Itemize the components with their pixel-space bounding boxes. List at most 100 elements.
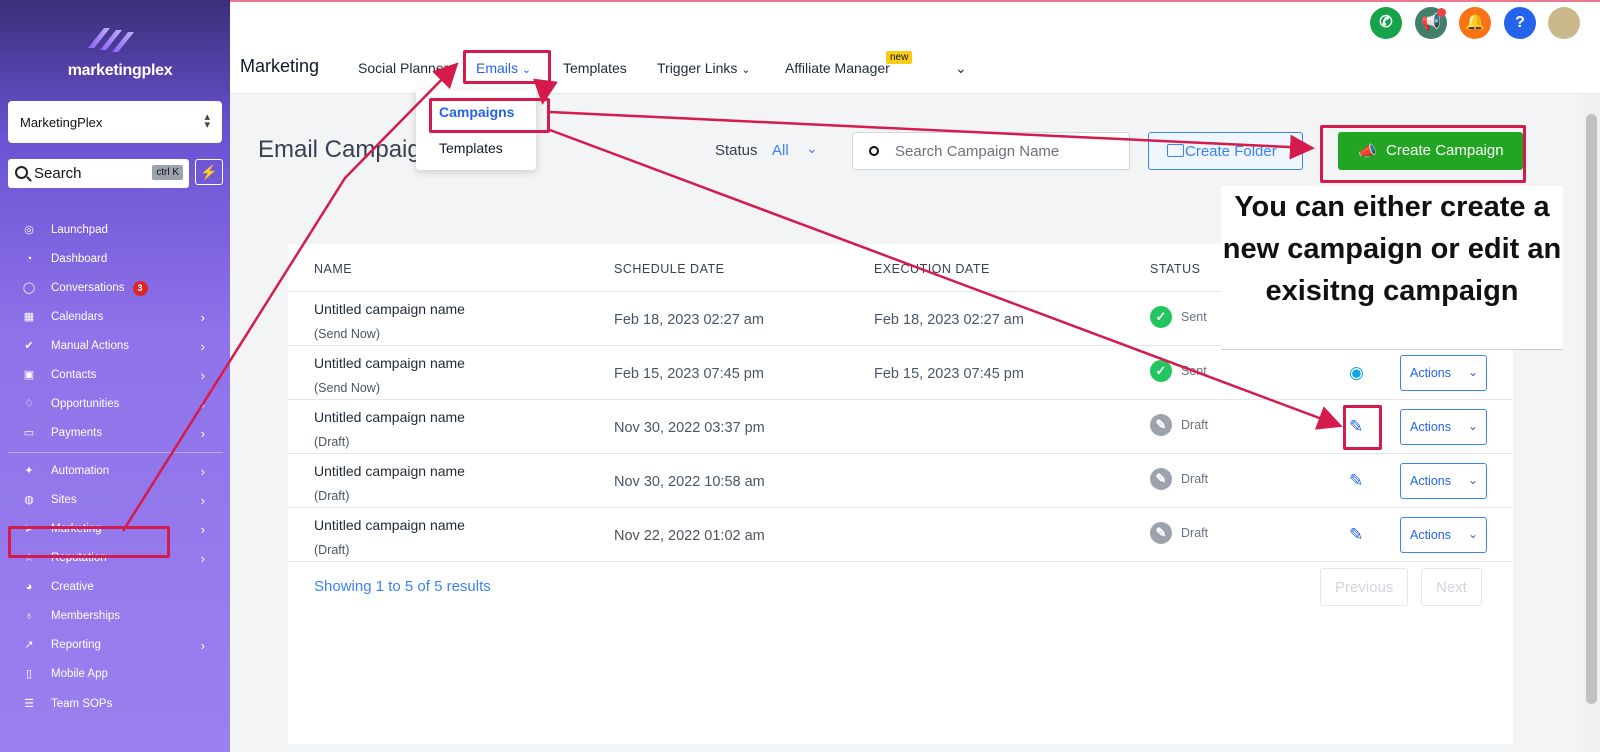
notification-bell-icon[interactable]: 🔔	[1459, 7, 1491, 39]
chevron-down-icon: ⌄	[741, 64, 751, 76]
scrollbar-thumb[interactable]	[1586, 114, 1597, 704]
sidebar-item-contacts[interactable]: ▣ Contacts ›	[0, 362, 225, 388]
unread-badge: 3	[132, 280, 148, 296]
sidebar-item-label: Conversations	[51, 282, 125, 294]
marketingplex-logo[interactable]: marketingplex	[60, 22, 180, 82]
search-placeholder: Search Campaign Name	[895, 143, 1060, 160]
logo-mark-icon	[88, 28, 134, 52]
contacts-icon: ▣	[23, 369, 35, 381]
sidebar-item-dashboard[interactable]: ◔ Dashboard	[0, 246, 225, 272]
campaign-type: (Draft)	[314, 435, 350, 449]
highlight-edit-icon	[1343, 405, 1382, 450]
sidebar-item-label: Contacts	[51, 369, 97, 381]
schedule-date: Nov 30, 2022 03:37 pm	[614, 420, 765, 436]
schedule-date: Nov 22, 2022 01:02 am	[614, 528, 765, 544]
draft-edit-icon: ✎	[1150, 414, 1172, 436]
card-icon: ▭	[23, 427, 35, 439]
vertical-scrollbar[interactable]	[1583, 94, 1600, 752]
campaign-name[interactable]: Untitled campaign name	[314, 463, 465, 479]
column-header-execution-date: EXECUTION DATE	[874, 262, 990, 276]
tab-social-planner[interactable]: Social Planner	[358, 60, 448, 76]
sidebar-item-label: Sites	[51, 494, 77, 506]
sent-check-icon: ✓	[1150, 360, 1172, 382]
table-row[interactable]: Untitled campaign name (Send Now) Feb 15…	[288, 345, 1513, 400]
campaign-name[interactable]: Untitled campaign name	[314, 301, 465, 317]
table-row[interactable]: Untitled campaign name (Draft) Nov 30, 2…	[288, 399, 1513, 454]
sidebar-item-conversations[interactable]: ◯ Conversations 3	[0, 275, 225, 301]
chevron-down-icon: ⌄	[1467, 473, 1478, 487]
gauge-icon: ◔	[25, 253, 33, 265]
sidebar: marketingplex MarketingPlex ▴ ▾ Search ct…	[0, 0, 230, 752]
sidebar-item-sites[interactable]: ◍ Sites ›	[0, 487, 225, 513]
phone-icon: ▯	[25, 668, 33, 680]
sidebar-item-opportunities[interactable]: ♢ Opportunities ›	[0, 391, 225, 417]
sidebar-item-memberships[interactable]: ♁ Memberships	[0, 603, 225, 629]
sidebar-item-creative[interactable]: ◕ Creative	[0, 574, 225, 600]
sidebar-item-label: Memberships	[51, 610, 121, 622]
sidebar-item-label: Mobile App	[51, 668, 108, 680]
actions-label: Actions	[1410, 474, 1451, 488]
logo-text: marketingplex	[67, 62, 173, 79]
previous-page-button[interactable]: Previous	[1320, 568, 1409, 606]
actions-dropdown-button[interactable]: Actions ⌄	[1400, 409, 1487, 445]
campaign-search-input[interactable]: Search Campaign Name	[852, 132, 1130, 170]
status-filter-select[interactable]: All	[772, 142, 789, 159]
table-row[interactable]: Untitled campaign name (Draft) Nov 30, 2…	[288, 453, 1513, 508]
globe-icon: ◍	[24, 494, 34, 506]
results-summary: Showing 1 to 5 of 5 results	[314, 578, 491, 595]
sidebar-item-label: Dashboard	[51, 253, 108, 265]
pencil-edit-icon[interactable]: ✎	[1349, 471, 1363, 491]
sidebar-item-manual-actions[interactable]: ✔ Manual Actions ›	[0, 333, 225, 359]
campaign-type: (Draft)	[314, 543, 350, 557]
more-tabs-chevron-icon[interactable]: ⌄	[955, 60, 967, 77]
check-circle-icon: ✔	[24, 340, 34, 352]
column-header-schedule-date: SCHEDULE DATE	[614, 262, 725, 276]
chevron-right-icon: ›	[200, 425, 205, 441]
statistics-icon[interactable]: ◉	[1349, 363, 1364, 383]
campaign-name[interactable]: Untitled campaign name	[314, 409, 465, 425]
campaign-name[interactable]: Untitled campaign name	[314, 517, 465, 533]
create-folder-button[interactable]: Create Folder	[1148, 132, 1303, 170]
account-switcher[interactable]: MarketingPlex ▴ ▾	[8, 101, 222, 143]
chat-icon: ◯	[22, 282, 36, 294]
sidebar-item-team-sops[interactable]: ☰ Team SOPs	[0, 691, 225, 717]
calendar-icon: ▦	[23, 311, 35, 323]
sidebar-item-payments[interactable]: ▭ Payments ›	[0, 420, 225, 446]
draft-edit-icon: ✎	[1150, 468, 1172, 490]
updown-caret-icon: ▴ ▾	[204, 111, 210, 131]
actions-dropdown-button[interactable]: Actions ⌄	[1400, 517, 1487, 553]
status-text: Sent	[1181, 364, 1207, 378]
chevron-down-icon[interactable]: ⌄	[806, 140, 818, 157]
help-icon[interactable]: ?	[1504, 7, 1536, 39]
sidebar-item-launchpad[interactable]: ◎ Launchpad	[0, 217, 225, 243]
avatar[interactable]	[1548, 7, 1580, 39]
tab-templates[interactable]: Templates	[563, 60, 627, 76]
search-icon	[869, 146, 879, 156]
campaign-name[interactable]: Untitled campaign name	[314, 355, 465, 371]
status-text: Draft	[1181, 472, 1209, 486]
tab-affiliate-manager[interactable]: Affiliate Manager	[785, 60, 890, 76]
folder-icon	[1167, 144, 1184, 157]
sidebar-item-label: Reporting	[51, 639, 101, 651]
sidebar-item-mobile-app[interactable]: ▯ Mobile App	[0, 661, 225, 687]
actions-dropdown-button[interactable]: Actions ⌄	[1400, 355, 1487, 391]
campaign-type: (Send Now)	[314, 381, 380, 395]
sidebar-item-reporting[interactable]: ↗ Reporting ›	[0, 632, 225, 658]
next-page-button[interactable]: Next	[1421, 568, 1482, 606]
sidebar-search[interactable]: Search ctrl K	[8, 159, 189, 188]
highlight-emails-tab	[463, 50, 551, 84]
sidebar-item-calendars[interactable]: ▦ Calendars ›	[0, 304, 225, 330]
phone-call-icon[interactable]: ✆	[1370, 7, 1402, 39]
automation-icon: ✦	[24, 465, 34, 477]
menu-item-templates[interactable]: Templates	[439, 140, 503, 156]
chevron-right-icon: ›	[200, 521, 205, 537]
draft-edit-icon: ✎	[1150, 522, 1172, 544]
quick-action-button[interactable]: ⚡	[195, 159, 223, 185]
sidebar-item-automation[interactable]: ✦ Automation ›	[0, 458, 225, 484]
opportunities-icon: ♢	[24, 398, 34, 410]
pencil-edit-icon[interactable]: ✎	[1349, 525, 1363, 545]
execution-date: Feb 15, 2023 07:45 pm	[874, 366, 1024, 382]
table-row[interactable]: Untitled campaign name (Draft) Nov 22, 2…	[288, 507, 1513, 562]
tab-trigger-links[interactable]: Trigger Links ⌄	[657, 60, 751, 76]
actions-dropdown-button[interactable]: Actions ⌄	[1400, 463, 1487, 499]
